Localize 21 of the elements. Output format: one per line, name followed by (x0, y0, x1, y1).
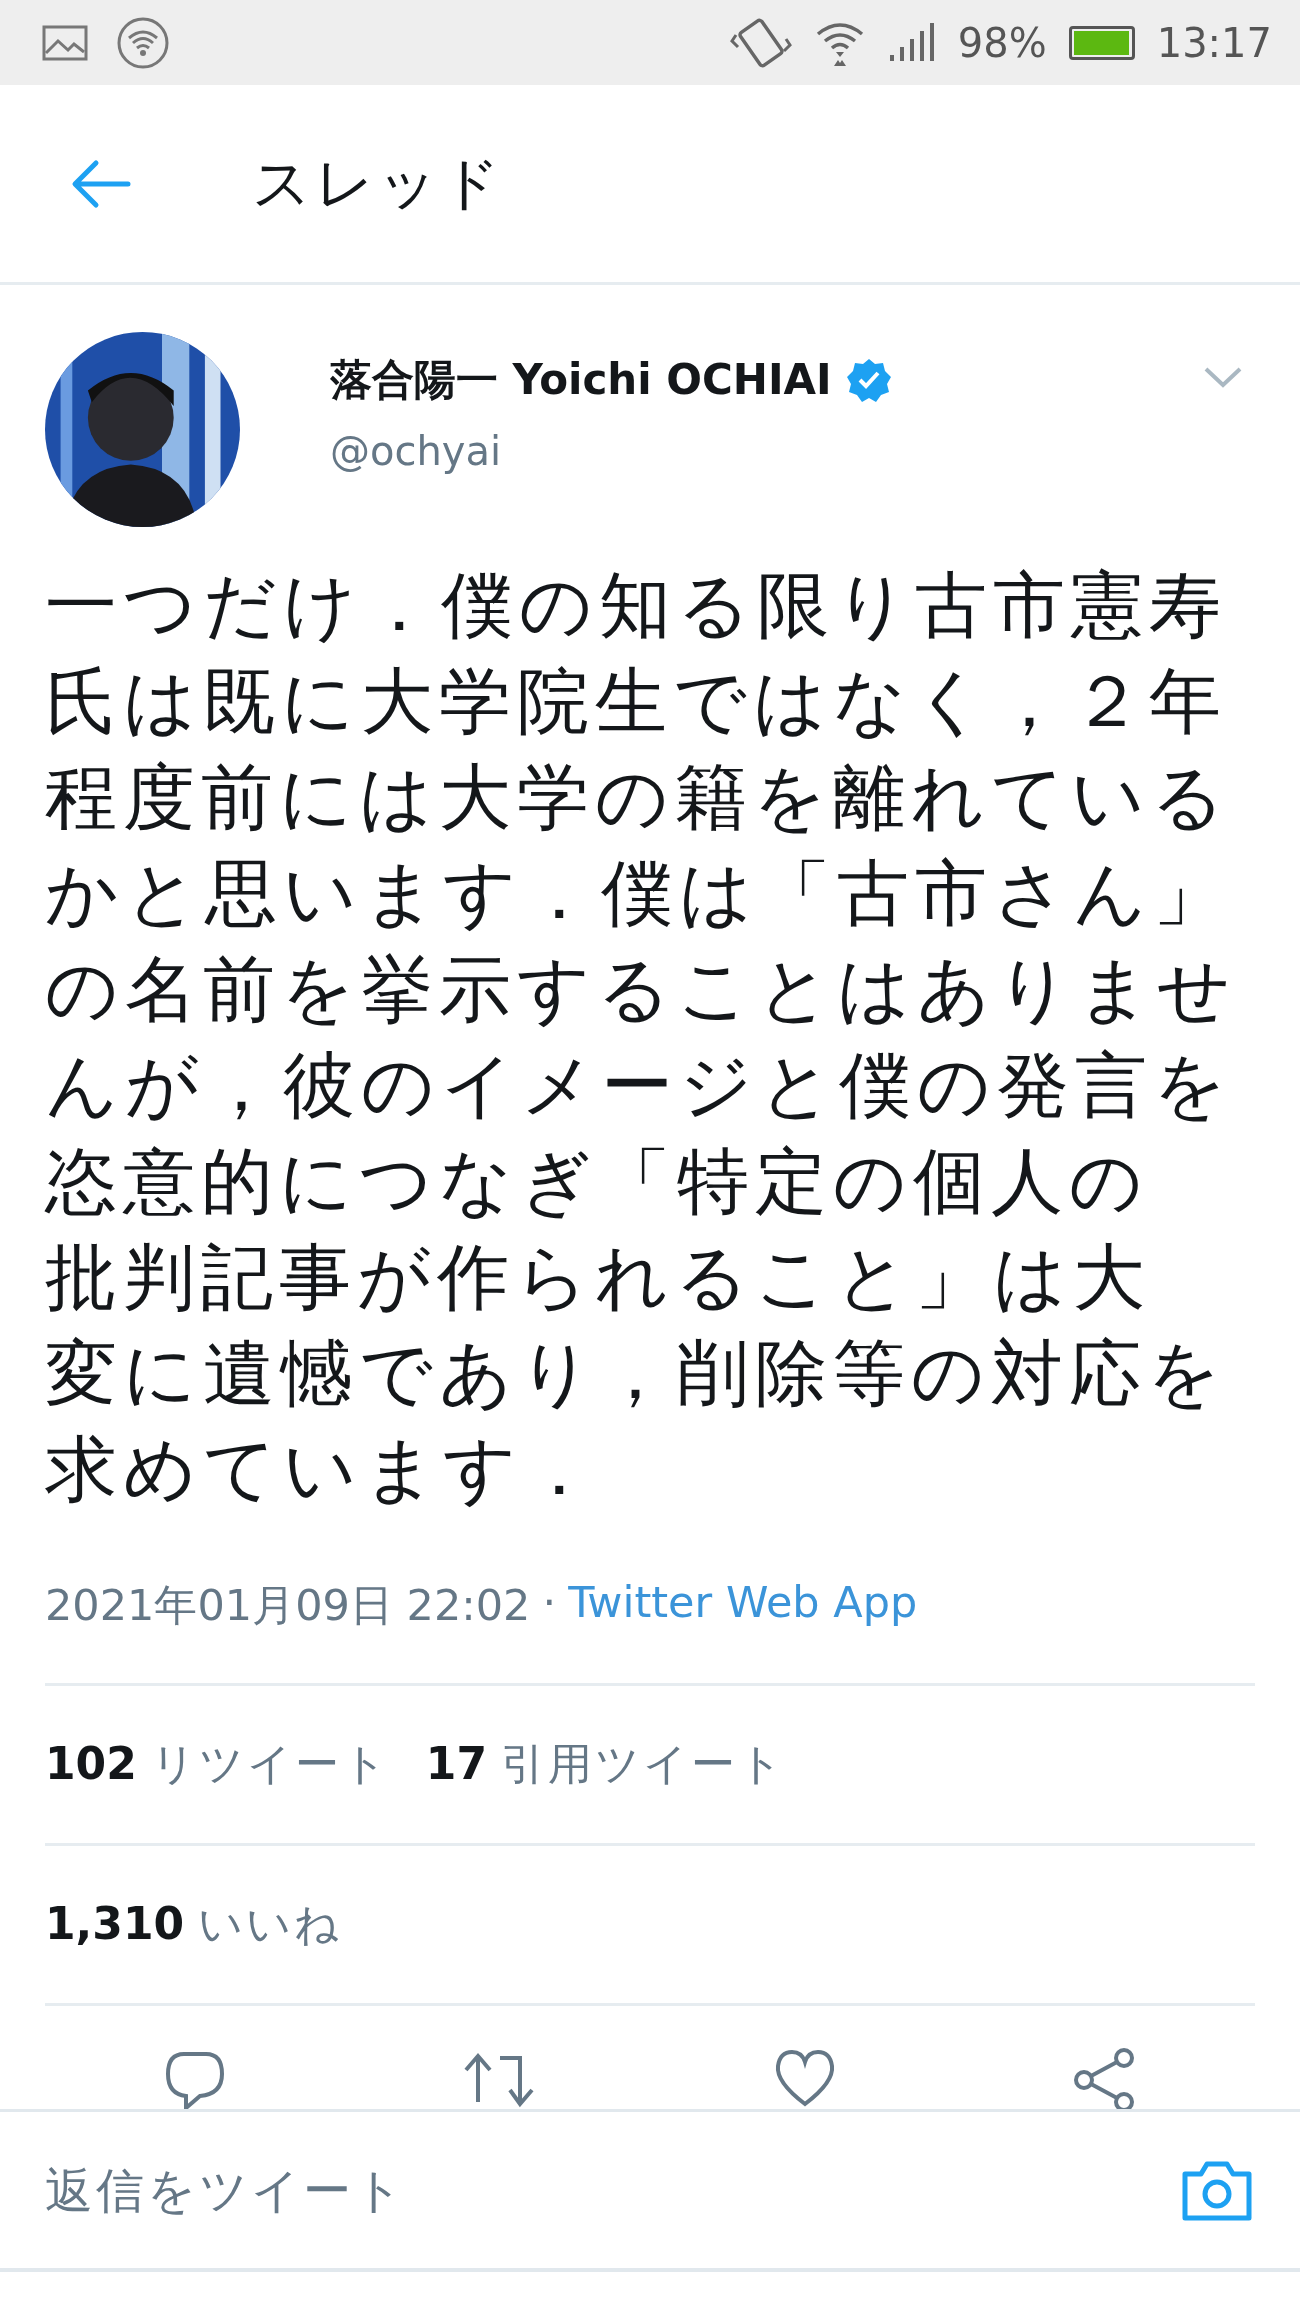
stat-count: 102 (45, 1738, 137, 1789)
stat-label: 引用ツイート (501, 1737, 787, 1791)
separator-dot: · (542, 1577, 557, 1629)
tweet-timestamp: 2021年01月09日 22:02 (45, 1579, 531, 1632)
stat-count: 1,310 (45, 1898, 185, 1949)
battery-percent: 98% (957, 19, 1047, 66)
source-link[interactable]: Twitter Web App (568, 1577, 918, 1635)
wifi-hotspot-icon (116, 15, 170, 70)
screen-title: スレッド (252, 147, 504, 219)
stat-label: いいね (198, 1897, 343, 1951)
author-handle: @ochyai (330, 428, 503, 474)
clock: 13:17 (1156, 19, 1272, 66)
reply-input-field[interactable]: 返信をツイート (45, 2162, 1179, 2218)
back-arrow-icon[interactable] (70, 158, 132, 209)
image-icon (42, 24, 88, 61)
battery-icon (1068, 25, 1135, 60)
author-name: 落合陽一 Yoichi OCHIAI (330, 354, 832, 406)
stat-count: 17 (425, 1738, 488, 1789)
stat-label: リツイート (150, 1737, 390, 1791)
signal-icon (887, 22, 936, 63)
tweet-text: 一つだけ．僕の知る限り古市憲寿 氏は既に大学院生ではなく，２年 程度前には大学の籍を離れている かと思います．僕は「古市さん」 の名前を挙示することはありませ んが，彼のイメージと僕の発言を 恣意的につなぎ「特定の個人の 批判記事が作られること」は大 変に遺憾であり，削除等の対応を 求めています． (45, 562, 1237, 1513)
